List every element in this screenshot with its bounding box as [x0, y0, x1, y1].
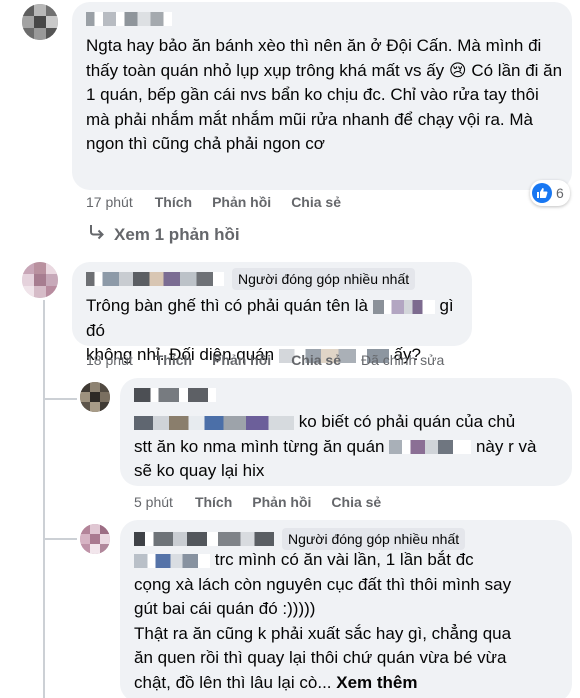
reply-actions: 5 phút Thích Phản hồi Chia sẻ [134, 494, 381, 510]
avatar[interactable] [80, 382, 110, 412]
see-more-link[interactable]: Xem thêm [336, 673, 417, 692]
redacted-text [389, 440, 472, 455]
comment-text: Ngta hay bảo ăn bánh xèo thì nên ăn ở Độ… [86, 36, 563, 153]
tagged-name-redacted[interactable] [134, 415, 294, 430]
share-button[interactable]: Chia sẻ [291, 352, 341, 368]
thread-line [43, 538, 77, 540]
share-button[interactable]: Chia sẻ [291, 194, 341, 210]
reply-button[interactable]: Phản hồi [212, 194, 271, 210]
comment-actions: 17 phút Thích Phản hồi Chia sẻ [86, 194, 341, 210]
edited-label[interactable]: Đã chỉnh sửa [361, 352, 444, 368]
reaction-summary[interactable]: 6 [530, 180, 570, 206]
avatar[interactable] [22, 262, 58, 298]
comment-timestamp[interactable]: 18 phút [86, 352, 133, 368]
avatar[interactable] [80, 524, 110, 554]
reply-text: trc mình có ăn vài lần, 1 lần bắt đc cọn… [134, 550, 512, 692]
share-button[interactable]: Chia sẻ [331, 494, 381, 510]
reaction-count: 6 [556, 185, 564, 201]
reply-arrow-icon [88, 224, 106, 245]
tagged-name-redacted[interactable] [134, 553, 210, 568]
reply-timestamp[interactable]: 5 phút [134, 494, 173, 510]
like-button[interactable]: Thích [195, 494, 232, 510]
like-button[interactable]: Thích [155, 194, 192, 210]
comment-timestamp[interactable]: 17 phút [86, 194, 133, 210]
thread-line [43, 300, 45, 698]
top-contributor-badge[interactable]: Người đóng góp nhiều nhất [282, 528, 466, 550]
reply-text: ko biết có phải quán của chủ stt ăn ko n… [134, 412, 537, 480]
thread-line [43, 398, 77, 400]
like-icon [532, 183, 552, 203]
like-button[interactable]: Thích [155, 352, 192, 368]
reply-button[interactable]: Phản hồi [212, 352, 271, 368]
commenter-name-redacted[interactable] [86, 272, 224, 286]
replier-name-redacted[interactable] [134, 532, 274, 546]
avatar[interactable] [22, 4, 58, 40]
reply-button[interactable]: Phản hồi [252, 494, 311, 510]
redacted-text [372, 299, 435, 314]
view-replies-link[interactable]: Xem 1 phản hồi [88, 224, 240, 245]
replier-name-redacted[interactable] [134, 388, 216, 402]
comment-actions: 18 phút Thích Phản hồi Chia sẻ Đã chỉnh … [86, 352, 444, 368]
view-replies-label: Xem 1 phản hồi [114, 224, 240, 244]
commenter-name-redacted[interactable] [86, 12, 172, 26]
top-contributor-badge[interactable]: Người đóng góp nhiều nhất [232, 268, 416, 290]
